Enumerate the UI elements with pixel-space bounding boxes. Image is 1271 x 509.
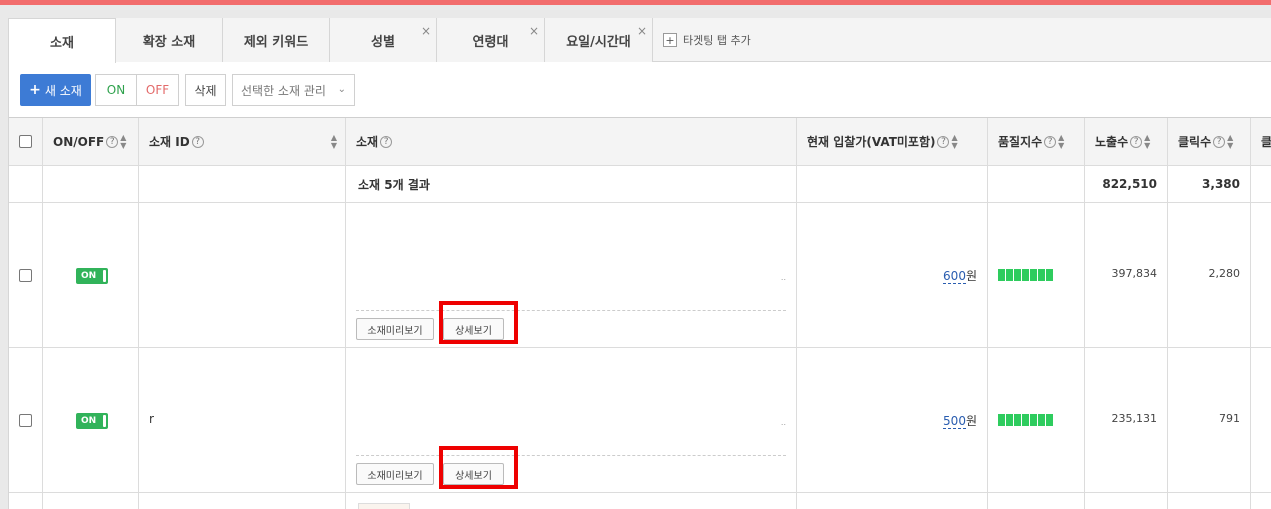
tab-label: 제외 키워드 <box>243 34 309 50</box>
close-icon[interactable]: × <box>421 25 431 37</box>
header-label: 클 <box>1261 135 1271 149</box>
manage-selected-label: 선택한 소재 관리 <box>241 83 326 98</box>
header-creative: 소재 ? <box>346 118 797 165</box>
preview-button[interactable]: 소재미리보기 <box>356 463 434 485</box>
clicks-value: 791 <box>1219 412 1240 425</box>
bid-link[interactable]: 600 <box>943 269 966 284</box>
row-checkbox[interactable] <box>19 414 32 427</box>
header-select-cell <box>9 118 43 165</box>
close-icon[interactable]: × <box>529 25 539 37</box>
impressions-value: 235,131 <box>1111 412 1158 425</box>
table-row: ON r .. 소재미리보기 상세보기 500원 235,131 791 <box>9 348 1271 493</box>
header-label: 현재 입찰가(VAT미포함) <box>807 135 936 149</box>
summary-label: 소재 5개 결과 <box>346 166 797 202</box>
summary-impressions: 822,510 <box>1085 166 1168 202</box>
header-label: 소재 <box>356 135 379 149</box>
tab-extension[interactable]: 확장 소재 <box>116 18 223 62</box>
tab-exclude-keyword[interactable]: 제외 키워드 <box>223 18 330 62</box>
tab-label: 요일/시간대 <box>566 34 631 50</box>
tab-label: 소재 <box>50 35 74 51</box>
creative-panel: 소재 확장 소재 제외 키워드 성별 × 연령대 × 요일/시간대 × + 타겟… <box>8 18 1271 509</box>
creative-cell <box>346 493 797 509</box>
header-quality[interactable]: 품질지수 ? ▲ ▼ <box>988 118 1085 165</box>
tab-gender[interactable]: 성별 × <box>330 18 437 62</box>
tab-age[interactable]: 연령대 × <box>437 18 545 62</box>
creative-id-cell: r <box>139 348 346 492</box>
creative-id-cell <box>139 203 346 347</box>
help-icon[interactable]: ? <box>1044 135 1057 148</box>
top-accent-bar <box>0 0 1271 5</box>
tab-bar: 소재 확장 소재 제외 키워드 성별 × 연령대 × 요일/시간대 × + 타겟… <box>9 18 1271 63</box>
preview-button[interactable]: 소재미리보기 <box>356 318 434 340</box>
highlight-box <box>439 446 518 489</box>
add-targeting-tab[interactable]: + 타겟팅 탭 추가 <box>663 32 751 48</box>
summary-row: 소재 5개 결과 822,510 3,380 <box>9 166 1271 203</box>
bid-cell: 500원 <box>797 348 988 492</box>
new-creative-button[interactable]: + 새 소재 <box>20 74 91 106</box>
bid-cell: 600원 <box>797 203 988 347</box>
help-icon[interactable]: ? <box>1213 135 1226 148</box>
help-icon[interactable]: ? <box>106 135 119 148</box>
help-icon[interactable]: ? <box>1130 135 1143 148</box>
help-icon[interactable]: ? <box>191 135 204 148</box>
sort-icon[interactable]: ▲ ▼ <box>120 133 126 150</box>
new-creative-label: 새 소재 <box>44 83 82 98</box>
tab-label: 성별 <box>371 34 395 50</box>
close-icon[interactable]: × <box>637 25 647 37</box>
header-bid[interactable]: 현재 입찰가(VAT미포함) ? ▲ ▼ <box>797 118 988 165</box>
on-off-switch[interactable]: ON <box>76 268 108 284</box>
header-creative-id[interactable]: 소재 ID ? ▲ ▼ <box>139 118 346 165</box>
quality-bar <box>998 414 1053 426</box>
header-onoff[interactable]: ON/OFF ? ▲ ▼ <box>43 118 139 165</box>
sort-icon[interactable]: ▲ ▼ <box>1058 133 1064 150</box>
header-label: 소재 ID <box>149 135 190 149</box>
help-icon[interactable]: ? <box>380 135 393 148</box>
creative-cell: .. 소재미리보기 상세보기 <box>346 203 797 347</box>
header-more: 클 <box>1251 118 1271 165</box>
quality-bar <box>998 269 1053 281</box>
off-button[interactable]: OFF <box>137 75 178 105</box>
chevron-down-icon: ⌄ <box>337 84 346 95</box>
sort-icon[interactable]: ▲ ▼ <box>1144 133 1150 150</box>
tab-label: 확장 소재 <box>142 34 196 50</box>
summary-clicks: 3,380 <box>1168 166 1251 202</box>
highlight-box <box>439 301 518 344</box>
header-label: 노출수 <box>1095 135 1129 149</box>
creative-cell: .. 소재미리보기 상세보기 <box>346 348 797 492</box>
sort-icon[interactable]: ▲ ▼ <box>951 133 957 150</box>
on-off-switch[interactable]: ON <box>76 413 108 429</box>
tab-label: 연령대 <box>472 34 509 50</box>
header-label: 클릭수 <box>1178 135 1212 149</box>
table-header: ON/OFF ? ▲ ▼ 소재 ID ? ▲ ▼ 소재 ? 현재 입찰가(VAT미포… <box>9 117 1271 166</box>
clicks-value: 2,280 <box>1208 267 1241 280</box>
on-button[interactable]: ON <box>96 75 137 105</box>
add-tab-label: 타겟팅 탭 추가 <box>683 34 751 47</box>
sort-icon[interactable]: ▲ ▼ <box>331 133 337 150</box>
impressions-value: 397,834 <box>1111 267 1158 280</box>
help-icon[interactable]: ? <box>937 135 950 148</box>
toolbar: + 새 소재 ON OFF 삭제 선택한 소재 관리 ⌄ <box>20 74 355 106</box>
header-label: 품질지수 <box>998 135 1043 149</box>
plus-icon: + <box>663 33 677 47</box>
table-row: ON .. 소재미리보기 상세보기 600원 397,834 2,280 <box>9 203 1271 348</box>
on-off-toggle-group: ON OFF <box>95 74 179 106</box>
plus-icon: + <box>29 82 41 98</box>
quality-cell <box>988 203 1085 347</box>
header-label: ON/OFF <box>53 134 105 149</box>
delete-button[interactable]: 삭제 <box>185 74 226 106</box>
header-impressions[interactable]: 노출수 ? ▲ ▼ <box>1085 118 1168 165</box>
manage-selected-dropdown[interactable]: 선택한 소재 관리 ⌄ <box>232 74 355 106</box>
quality-cell <box>988 348 1085 492</box>
select-all-checkbox[interactable] <box>19 135 32 148</box>
creative-thumbnail <box>358 503 410 509</box>
bid-link[interactable]: 500 <box>943 414 966 429</box>
table-row <box>9 493 1271 509</box>
header-clicks[interactable]: 클릭수 ? ▲ ▼ <box>1168 118 1251 165</box>
tab-creative[interactable]: 소재 <box>9 18 116 63</box>
row-checkbox[interactable] <box>19 269 32 282</box>
sort-icon[interactable]: ▲ ▼ <box>1227 133 1233 150</box>
tab-day-time[interactable]: 요일/시간대 × <box>545 18 653 62</box>
